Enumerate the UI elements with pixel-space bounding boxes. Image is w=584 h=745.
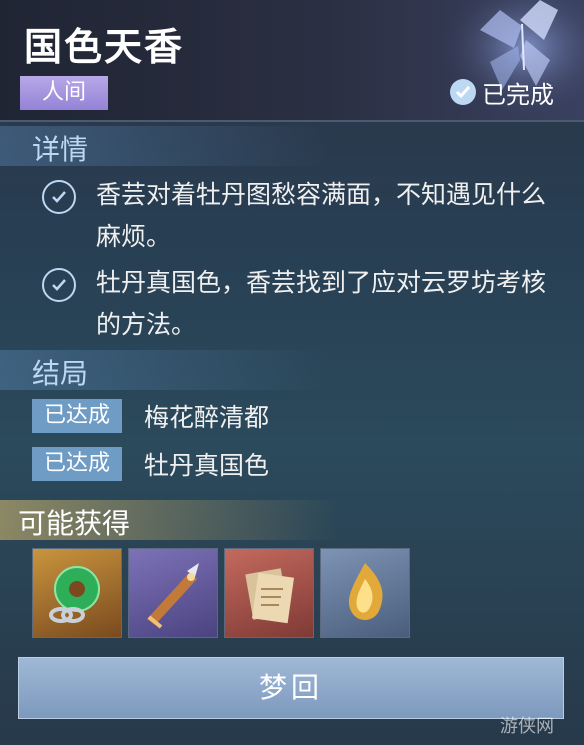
detail-text: 牡丹真国色，香芸找到了应对云罗坊考核的方法。 — [96, 268, 547, 339]
realm-tag: 人间 — [20, 76, 108, 110]
completed-status: 已完成 — [450, 74, 554, 110]
quest-header: 国色天香 人间 已完成 — [0, 0, 584, 122]
achieved-badge: 已达成 — [32, 399, 122, 433]
ending-name: 梅花醉清都 — [144, 403, 270, 432]
endings-heading: 结局 — [32, 357, 89, 390]
watermark: 游侠网 — [500, 716, 554, 737]
ending-name: 牡丹真国色 — [144, 451, 270, 480]
check-circle-icon — [450, 79, 476, 105]
detail-item: 牡丹真国色，香芸找到了应对云罗坊考核的方法。 — [42, 262, 566, 346]
completed-label: 已完成 — [482, 80, 554, 109]
achieved-badge: 已达成 — [32, 447, 122, 481]
jade-pendant-icon — [49, 566, 100, 623]
scroll-icon — [245, 568, 295, 624]
quest-detail-panel: 国色天香 人间 已完成 详情 香芸对着牡丹图愁容满面，不知遇见什么麻烦。 牡丹真… — [0, 0, 584, 745]
check-icon — [42, 180, 76, 214]
check-icon — [42, 268, 76, 302]
detail-item: 香芸对着牡丹图愁容满面，不知遇见什么麻烦。 — [42, 174, 566, 258]
rewards-heading: 可能获得 — [18, 507, 131, 540]
reward-item-scroll[interactable] — [224, 548, 314, 638]
detail-text: 香芸对着牡丹图愁容满面，不知遇见什么麻烦。 — [96, 180, 547, 251]
golden-flame-icon — [348, 563, 383, 620]
ending-item: 已达成 牡丹真国色 — [32, 446, 269, 482]
header-divider — [0, 120, 584, 122]
reward-item-jade-pendant[interactable] — [32, 548, 122, 638]
details-heading: 详情 — [32, 133, 89, 166]
reward-item-dagger[interactable] — [128, 548, 218, 638]
reward-item-golden-flame[interactable] — [320, 548, 410, 638]
dream-return-button[interactable]: 梦回 — [18, 657, 564, 719]
dagger-icon — [147, 563, 199, 629]
quest-title: 国色天香 — [24, 24, 185, 69]
ending-item: 已达成 梅花醉清都 — [32, 398, 269, 434]
